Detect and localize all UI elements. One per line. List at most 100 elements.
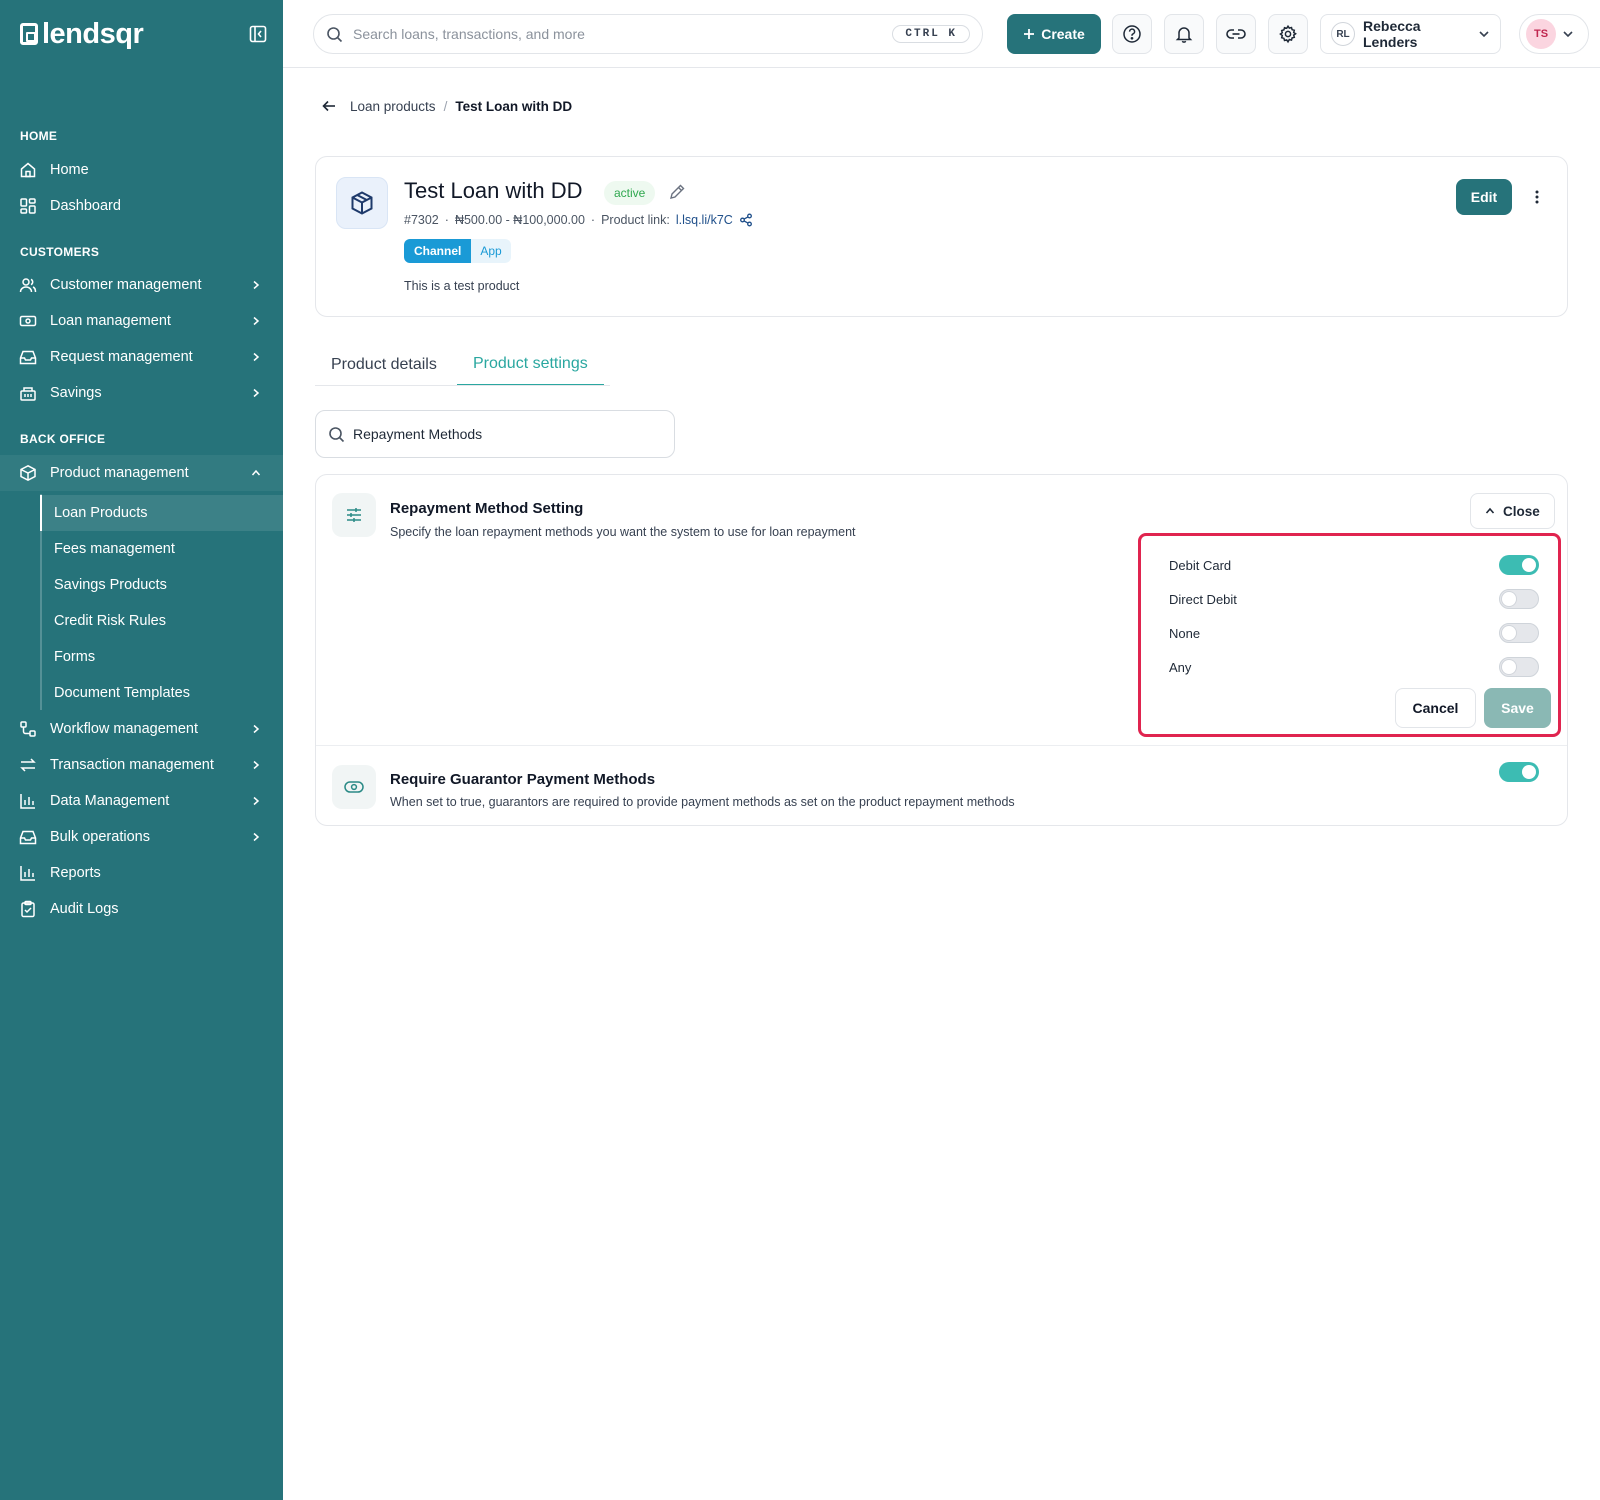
tab-product-settings[interactable]: Product settings — [457, 344, 604, 386]
product-link-label: Product link: — [601, 213, 670, 227]
direct-debit-toggle[interactable] — [1499, 589, 1539, 609]
product-id: #7302 — [404, 213, 439, 227]
users-icon — [18, 275, 38, 295]
pencil-icon[interactable] — [668, 183, 686, 201]
sliders-icon — [332, 493, 376, 537]
sidebar-item-home[interactable]: Home — [0, 152, 283, 188]
breadcrumb-separator: / — [443, 98, 448, 114]
sidebar-subitem-savings-products[interactable]: Savings Products — [40, 567, 283, 603]
notifications-button[interactable] — [1164, 14, 1204, 54]
sidebar-item-label: Loan management — [50, 313, 171, 329]
link-icon — [1226, 29, 1246, 39]
meta-separator: · — [590, 213, 596, 227]
sidebar-item-bulk-operations[interactable]: Bulk operations — [0, 819, 283, 855]
lendsqr-logo-icon — [20, 23, 38, 45]
chevron-down-icon — [1563, 31, 1573, 38]
sidebar-subitem-loan-products[interactable]: Loan Products — [40, 495, 283, 531]
sidebar-subitem-credit-risk-rules[interactable]: Credit Risk Rules — [40, 603, 283, 639]
sidebar-item-label: Savings — [50, 385, 102, 401]
sidebar-subitem-document-templates[interactable]: Document Templates — [40, 675, 283, 711]
sidebar-item-customer-management[interactable]: Customer management — [0, 267, 283, 303]
settings-search[interactable] — [315, 410, 675, 458]
sidebar-item-transaction-management[interactable]: Transaction management — [0, 747, 283, 783]
user-menu[interactable]: TS — [1519, 14, 1589, 54]
share-icon[interactable] — [739, 213, 753, 227]
any-toggle[interactable] — [1499, 657, 1539, 677]
section-title-customers: CUSTOMERS — [20, 245, 100, 259]
avatar: TS — [1526, 19, 1556, 49]
channel-tag-value: App — [471, 239, 511, 263]
brand-name: lendsqr — [42, 17, 144, 50]
chevron-right-icon — [249, 830, 263, 844]
close-setting-button[interactable]: Close — [1470, 493, 1555, 529]
breadcrumb-current: Test Loan with DD — [455, 98, 573, 114]
settings-button[interactable] — [1268, 14, 1308, 54]
inbox-icon — [18, 347, 38, 367]
option-row-debit-card: Debit Card — [1169, 553, 1539, 577]
guarantor-setting-title: Require Guarantor Payment Methods — [390, 771, 656, 788]
debit-card-toggle[interactable] — [1499, 555, 1539, 575]
sidebar-item-label: Product management — [50, 465, 189, 481]
setting-divider — [316, 745, 1567, 746]
sidebar-item-savings[interactable]: Savings — [0, 375, 283, 411]
links-button[interactable] — [1216, 14, 1256, 54]
chevron-right-icon — [249, 758, 263, 772]
gear-icon — [1279, 24, 1297, 44]
brand-logo[interactable]: lendsqr — [20, 17, 144, 51]
repayment-setting-title: Repayment Method Setting — [390, 500, 584, 517]
chevron-up-icon — [249, 466, 263, 480]
option-label: Any — [1169, 659, 1192, 675]
product-description: This is a test product — [404, 279, 520, 293]
organization-switcher[interactable]: RL Rebecca Lenders — [1320, 14, 1501, 54]
more-options-button[interactable] — [1524, 184, 1550, 210]
cancel-button[interactable]: Cancel — [1395, 688, 1476, 728]
sidebar-subitem-forms[interactable]: Forms — [40, 639, 283, 675]
search-icon — [329, 426, 345, 442]
sidebar-item-workflow-management[interactable]: Workflow management — [0, 711, 283, 747]
sidebar-item-data-management[interactable]: Data Management — [0, 783, 283, 819]
back-button[interactable] — [320, 97, 338, 115]
sidebar-subitem-fees-management[interactable]: Fees management — [40, 531, 283, 567]
sidebar-item-loan-management[interactable]: Loan management — [0, 303, 283, 339]
sidebar-item-reports[interactable]: Reports — [0, 855, 283, 891]
transfer-icon — [18, 755, 38, 775]
box-icon — [18, 463, 38, 483]
bell-icon — [1175, 27, 1193, 43]
product-icon — [336, 177, 388, 229]
guarantor-payment-toggle[interactable] — [1499, 762, 1539, 782]
sidebar-item-dashboard[interactable]: Dashboard — [0, 188, 283, 224]
more-vertical-icon — [1535, 190, 1539, 204]
sidebar-item-audit-logs[interactable]: Audit Logs — [0, 891, 283, 927]
product-link[interactable]: l.lsq.li/k7C — [676, 213, 733, 227]
edit-button[interactable]: Edit — [1456, 179, 1512, 215]
sidebar-item-request-management[interactable]: Request management — [0, 339, 283, 375]
create-button[interactable]: Create — [1007, 14, 1101, 54]
none-toggle[interactable] — [1499, 623, 1539, 643]
sidebar-item-label: Bulk operations — [50, 829, 150, 845]
save-button[interactable]: Save — [1484, 688, 1551, 728]
option-label: Direct Debit — [1169, 591, 1237, 607]
tab-product-details[interactable]: Product details — [331, 344, 437, 386]
top-bar: CTRL K Create RL Rebecca Lenders TS — [283, 0, 1600, 68]
chevron-right-icon — [249, 278, 263, 292]
sidebar-item-label: Reports — [50, 865, 101, 881]
chevron-down-icon — [1479, 31, 1489, 38]
sidebar: lendsqr HOME Home Dashboard CUSTOMERS Cu… — [0, 0, 283, 1500]
product-header-card: Test Loan with DD active #7302 · ₦500.00… — [315, 156, 1568, 317]
chevron-right-icon — [249, 386, 263, 400]
global-search-input[interactable] — [353, 26, 893, 42]
sidebar-item-label: Data Management — [50, 793, 170, 809]
collapse-sidebar-button[interactable] — [248, 24, 268, 44]
repayment-setting-description: Specify the loan repayment methods you w… — [390, 525, 856, 539]
breadcrumb-loan-products[interactable]: Loan products — [350, 99, 436, 114]
sidebar-item-product-management[interactable]: Product management — [0, 455, 283, 491]
search-icon — [327, 26, 343, 42]
global-search[interactable]: CTRL K — [313, 14, 983, 54]
help-icon — [1123, 25, 1141, 43]
help-button[interactable] — [1112, 14, 1152, 54]
org-avatar: RL — [1331, 22, 1355, 46]
close-setting-label: Close — [1503, 503, 1540, 519]
sidebar-item-label: Dashboard — [50, 198, 121, 214]
settings-search-input[interactable] — [353, 426, 674, 442]
option-row-direct-debit: Direct Debit — [1169, 587, 1539, 611]
